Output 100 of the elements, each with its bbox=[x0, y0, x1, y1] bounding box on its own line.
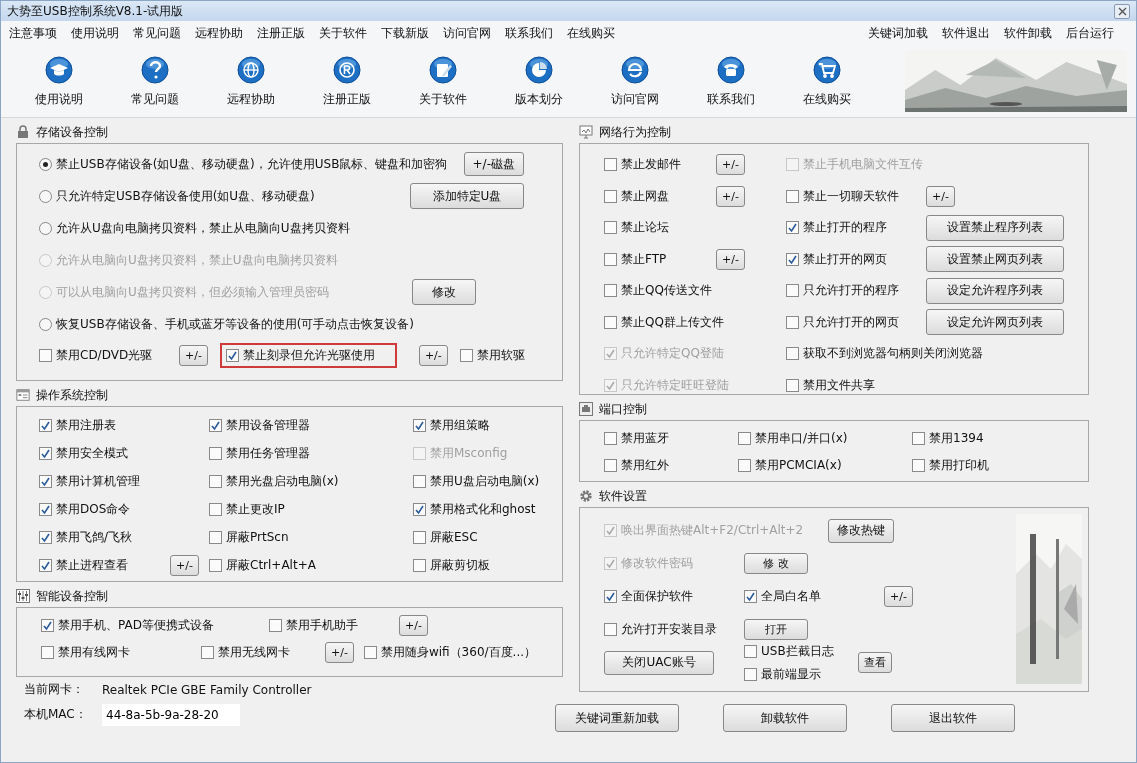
action-button[interactable]: 修 改 bbox=[744, 553, 808, 574]
checkbox[interactable] bbox=[604, 590, 617, 603]
menu-item[interactable]: 远程协助 bbox=[195, 24, 243, 42]
checkbox[interactable] bbox=[39, 446, 52, 460]
checkbox[interactable] bbox=[744, 667, 757, 681]
checkbox[interactable] bbox=[363, 646, 377, 659]
checkbox[interactable] bbox=[209, 558, 222, 572]
menu-item[interactable]: 注意事项 bbox=[9, 24, 57, 42]
radio-button[interactable] bbox=[39, 317, 52, 331]
action-button[interactable]: 卸载软件 bbox=[723, 704, 847, 732]
menu-item[interactable]: 软件卸载 bbox=[1004, 24, 1052, 42]
toolbar-button[interactable]: 使用说明 bbox=[11, 54, 107, 108]
menu-item[interactable]: 常见问题 bbox=[133, 24, 181, 42]
checkbox[interactable] bbox=[459, 348, 473, 362]
checkbox[interactable] bbox=[41, 619, 54, 632]
checkbox[interactable] bbox=[604, 459, 617, 472]
action-button[interactable]: 设定允许程序列表 bbox=[926, 277, 1064, 304]
action-button[interactable]: 关闭UAC账号 bbox=[604, 650, 714, 675]
menu-item[interactable]: 访问官网 bbox=[443, 24, 491, 42]
action-button[interactable]: 关键词重新加载 bbox=[555, 704, 679, 732]
input-field[interactable]: 44-8a-5b-9a-28-20 bbox=[102, 703, 240, 726]
toolbar-button[interactable]: 关于软件 bbox=[395, 54, 491, 108]
menu-item[interactable]: 软件退出 bbox=[942, 24, 990, 42]
checkbox[interactable] bbox=[225, 348, 239, 362]
action-button[interactable]: 设置禁止网页列表 bbox=[926, 246, 1064, 273]
checkbox[interactable] bbox=[39, 418, 52, 432]
checkbox[interactable] bbox=[786, 252, 799, 266]
checkbox[interactable] bbox=[604, 432, 617, 445]
checkbox[interactable] bbox=[912, 432, 925, 445]
checkbox[interactable] bbox=[413, 418, 426, 432]
checkbox[interactable] bbox=[604, 284, 617, 298]
action-button[interactable]: 打开 bbox=[744, 619, 808, 640]
checkbox[interactable] bbox=[209, 502, 222, 516]
checkbox[interactable] bbox=[209, 530, 222, 544]
toggle-button[interactable]: +/- bbox=[418, 344, 448, 366]
checkbox[interactable] bbox=[786, 315, 799, 329]
checkbox[interactable] bbox=[604, 623, 617, 636]
menu-item[interactable]: 使用说明 bbox=[71, 24, 119, 42]
checkbox[interactable] bbox=[738, 432, 751, 445]
action-button[interactable]: 退出软件 bbox=[891, 704, 1015, 732]
checkbox[interactable] bbox=[413, 530, 426, 544]
toolbar-button[interactable]: 访问官网 bbox=[587, 54, 683, 108]
toggle-button[interactable]: +/- bbox=[399, 615, 428, 636]
checkbox[interactable] bbox=[269, 619, 282, 632]
checkbox[interactable] bbox=[209, 474, 222, 488]
checkbox[interactable] bbox=[786, 284, 799, 298]
toggle-button[interactable]: +/- bbox=[716, 185, 745, 207]
action-button[interactable]: +/-磁盘 bbox=[463, 152, 524, 176]
toolbar-button[interactable]: 在线购买 bbox=[779, 54, 875, 108]
checkbox[interactable] bbox=[201, 646, 214, 659]
checkbox[interactable] bbox=[39, 474, 52, 488]
checkbox[interactable] bbox=[744, 644, 757, 658]
action-button[interactable]: 查看 bbox=[858, 652, 892, 673]
checkbox[interactable] bbox=[604, 315, 617, 329]
toggle-button[interactable]: +/- bbox=[325, 642, 354, 663]
toolbar-button[interactable]: 远程协助 bbox=[203, 54, 299, 108]
checkbox[interactable] bbox=[786, 347, 799, 361]
menu-item[interactable]: 下载新版 bbox=[381, 24, 429, 42]
action-button[interactable]: 修改热键 bbox=[828, 518, 894, 543]
checkbox[interactable] bbox=[413, 474, 426, 488]
checkbox[interactable] bbox=[39, 502, 52, 516]
checkbox[interactable] bbox=[744, 590, 757, 603]
checkbox[interactable] bbox=[39, 530, 52, 544]
toggle-button[interactable]: +/- bbox=[170, 554, 199, 576]
checkbox[interactable] bbox=[413, 558, 426, 572]
checkbox[interactable] bbox=[209, 446, 222, 460]
checkbox[interactable] bbox=[604, 221, 617, 235]
menu-item[interactable]: 注册正版 bbox=[257, 24, 305, 42]
checkbox[interactable] bbox=[786, 189, 799, 203]
menu-item[interactable]: 在线购买 bbox=[567, 24, 615, 42]
action-button[interactable]: +/- bbox=[884, 586, 913, 607]
toolbar-button[interactable]: 版本划分 bbox=[491, 54, 587, 108]
toggle-button[interactable]: +/- bbox=[179, 344, 208, 366]
checkbox[interactable] bbox=[39, 558, 52, 572]
action-button[interactable]: 设置禁止程序列表 bbox=[926, 214, 1064, 241]
toolbar-button[interactable]: 注册正版 bbox=[299, 54, 395, 108]
close-button[interactable] bbox=[1114, 3, 1130, 19]
checkbox[interactable] bbox=[39, 348, 52, 362]
checkbox[interactable] bbox=[413, 502, 426, 516]
checkbox[interactable] bbox=[604, 189, 617, 203]
action-button[interactable]: +/- bbox=[926, 185, 955, 207]
menu-item[interactable]: 后台运行 bbox=[1066, 24, 1114, 42]
action-button[interactable]: 设定允许网页列表 bbox=[926, 309, 1064, 336]
checkbox[interactable] bbox=[786, 221, 799, 235]
radio-button[interactable] bbox=[39, 157, 52, 171]
checkbox[interactable] bbox=[786, 378, 799, 392]
toggle-button[interactable]: +/- bbox=[716, 154, 745, 176]
menu-item[interactable]: 关键词加载 bbox=[868, 24, 928, 42]
menu-item[interactable]: 关于软件 bbox=[319, 24, 367, 42]
toggle-button[interactable]: +/- bbox=[716, 248, 745, 270]
checkbox[interactable] bbox=[41, 646, 54, 659]
checkbox[interactable] bbox=[604, 252, 617, 266]
action-button[interactable]: 添加特定U盘 bbox=[410, 183, 524, 209]
checkbox[interactable] bbox=[912, 459, 925, 472]
checkbox[interactable] bbox=[209, 418, 222, 432]
toolbar-button[interactable]: 联系我们 bbox=[683, 54, 779, 108]
checkbox[interactable] bbox=[738, 459, 751, 472]
checkbox[interactable] bbox=[604, 158, 617, 172]
toolbar-button[interactable]: 常见问题 bbox=[107, 54, 203, 108]
menu-item[interactable]: 联系我们 bbox=[505, 24, 553, 42]
